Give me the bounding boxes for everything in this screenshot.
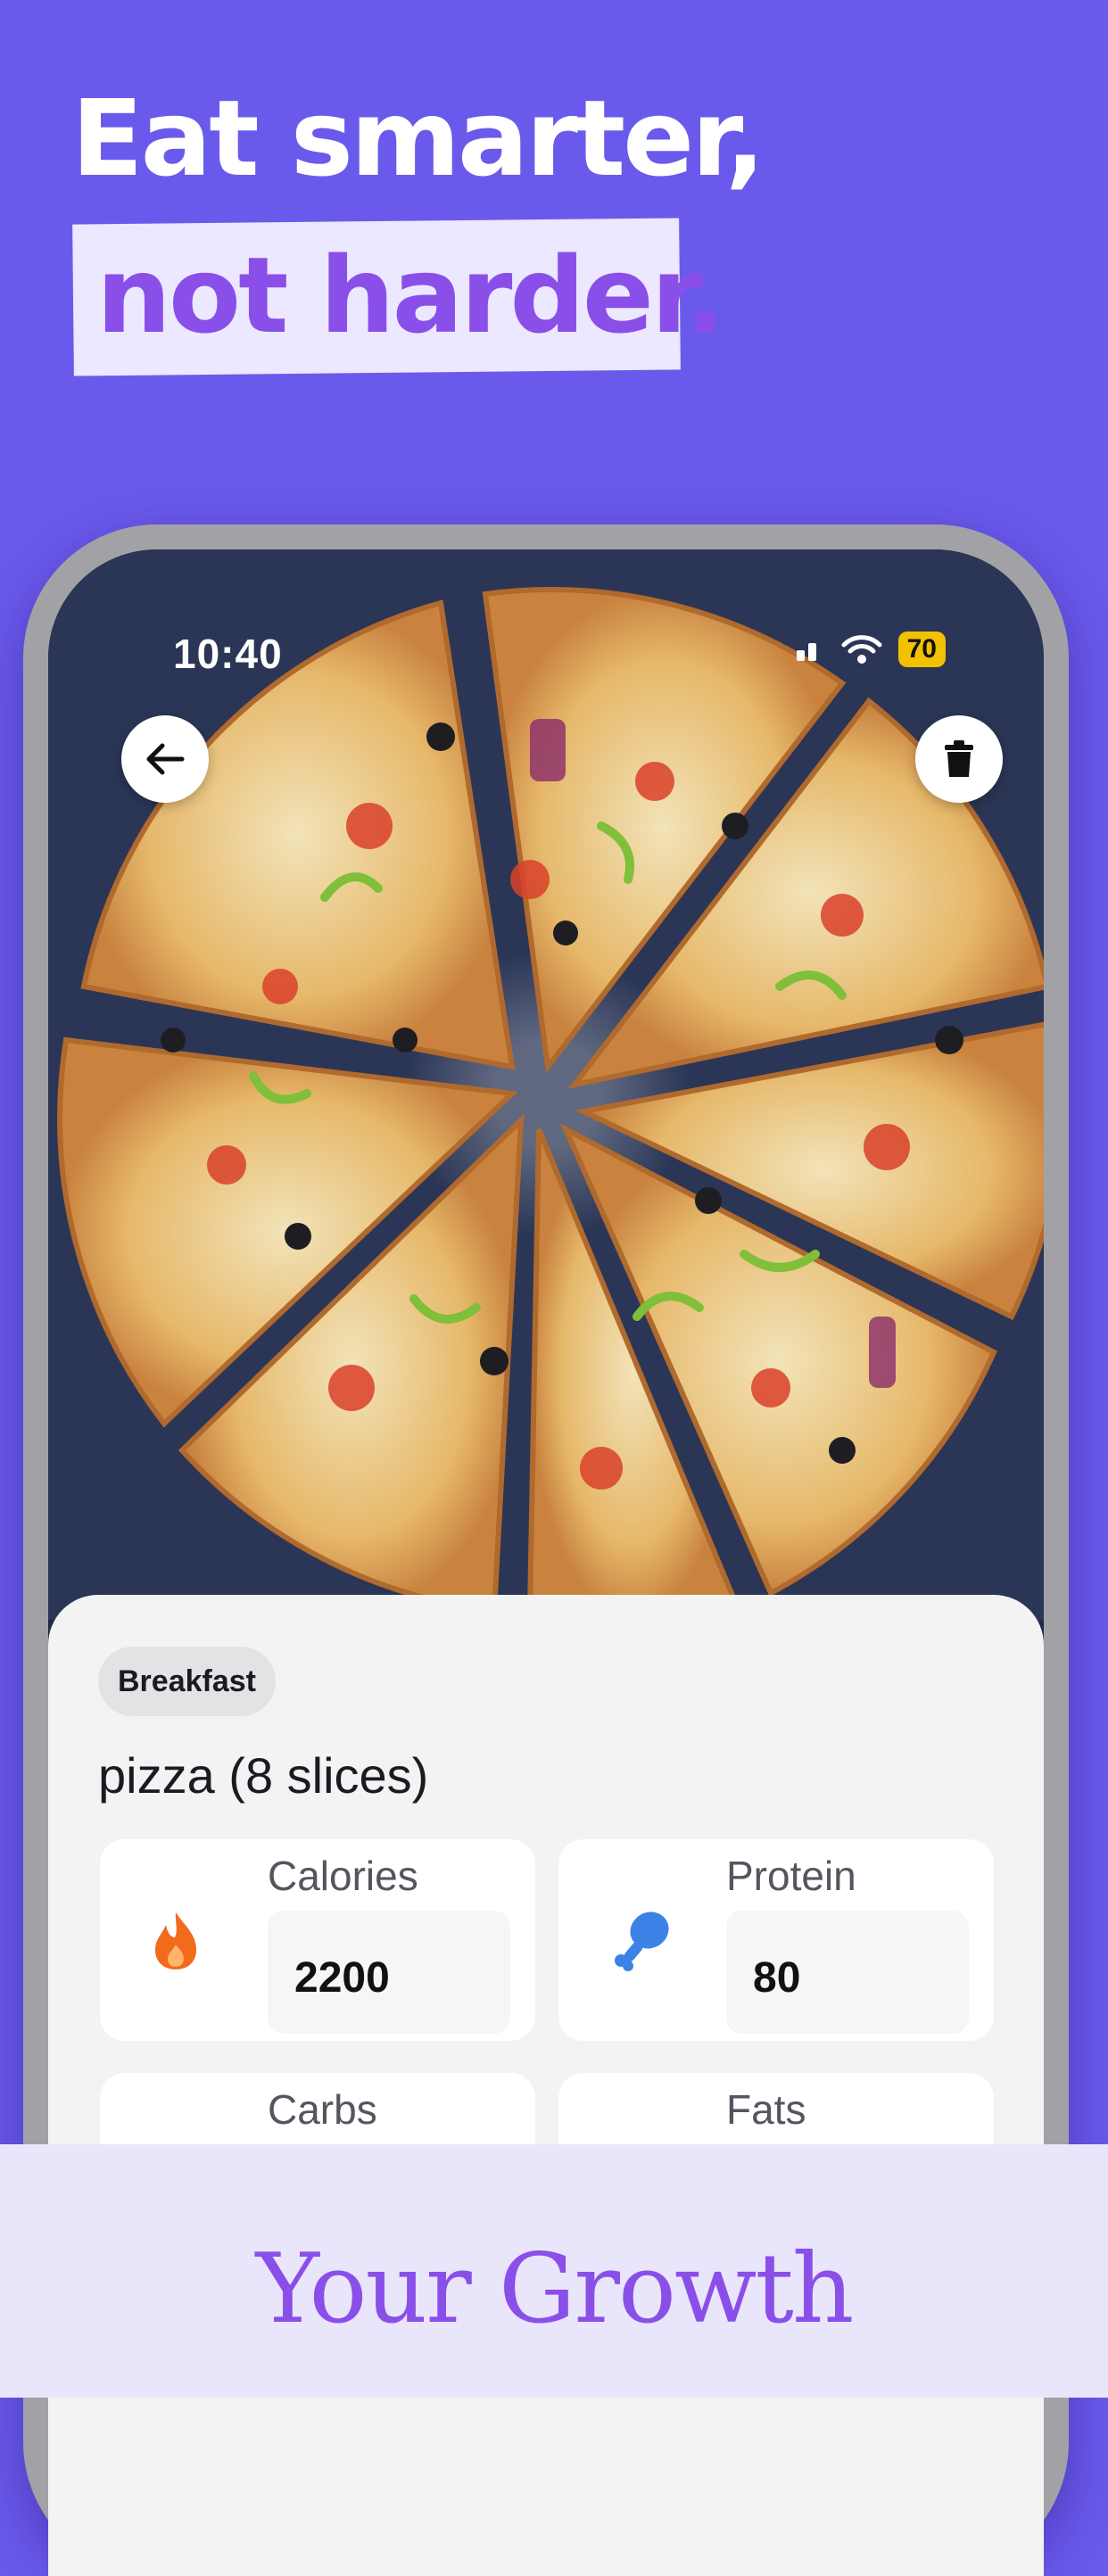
signal-icon xyxy=(796,643,816,661)
headline-line-2: not harder. xyxy=(96,234,725,357)
food-photo xyxy=(48,549,1044,1620)
status-time: 10:40 xyxy=(173,631,283,677)
protein-value-box[interactable]: 80 xyxy=(726,1911,969,2034)
headline-line-1: Eat smarter, xyxy=(71,77,765,200)
fats-label: Fats xyxy=(726,2086,806,2133)
headline: Eat smarter, xyxy=(71,71,765,205)
calories-value: 2200 xyxy=(294,1954,390,2002)
banner-text: Your Growth xyxy=(255,2233,855,2345)
bottom-banner: Your Growth xyxy=(0,2144,1108,2398)
battery-indicator: 70 xyxy=(897,632,946,667)
protein-label: Protein xyxy=(726,1853,856,1899)
calories-label: Calories xyxy=(268,1853,418,1899)
wifi-icon xyxy=(841,635,882,664)
protein-card[interactable]: Protein 80 xyxy=(558,1839,994,2041)
meal-detail-sheet: Breakfast pizza (8 slices) Calories 2200 xyxy=(48,1595,1044,2576)
delete-button[interactable] xyxy=(915,715,1003,803)
calories-card[interactable]: Calories 2200 xyxy=(100,1839,535,2041)
pizza-illustration xyxy=(57,587,1044,1620)
back-button[interactable] xyxy=(121,715,209,803)
calories-value-box[interactable]: 2200 xyxy=(268,1911,510,2034)
protein-value: 80 xyxy=(753,1954,801,2002)
food-title: pizza (8 slices) xyxy=(98,1747,429,1804)
trash-icon xyxy=(945,740,973,777)
drumstick-icon xyxy=(615,1911,669,1971)
arrow-left-icon xyxy=(146,743,185,775)
carbs-label: Carbs xyxy=(268,2086,377,2133)
flame-icon xyxy=(155,1912,196,1969)
status-icons: 70 xyxy=(795,632,946,667)
meal-type-chip[interactable]: Breakfast xyxy=(98,1647,276,1716)
